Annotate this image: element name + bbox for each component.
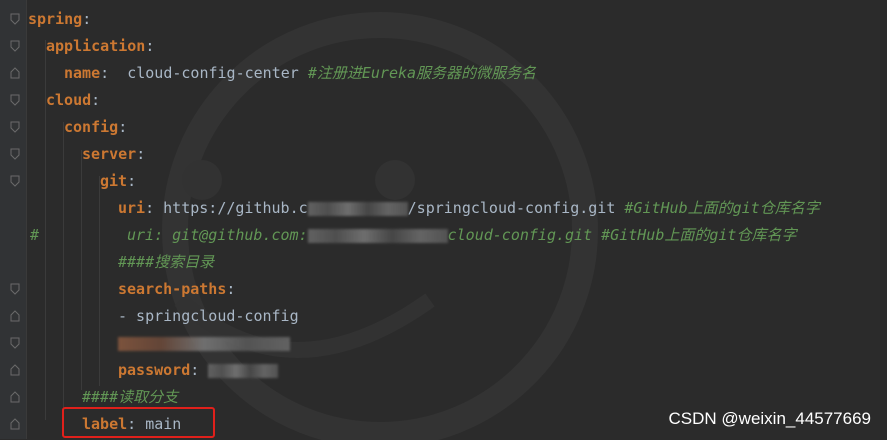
yaml-sep: : [190,361,200,379]
yaml-sep: : [100,64,110,82]
code-line-application[interactable]: application: [46,33,154,60]
fold-end-icon[interactable] [10,391,20,403]
code-editor[interactable]: spring: application: name: cloud-config-… [0,0,887,440]
csdn-watermark: CSDN @weixin_44577669 [668,409,871,428]
code-line-spring[interactable]: spring: [28,6,91,33]
yaml-list-item: - springcloud-config [118,307,299,325]
code-line-search-comment[interactable]: ####搜索目录 [118,249,214,276]
blurred-redaction [208,363,279,378]
yaml-sep: : [136,145,146,163]
fold-end-icon[interactable] [10,67,20,79]
uri-value-suffix: /springcloud-config.git [407,199,616,217]
uri-value-prefix: https://github.c [163,199,308,217]
fold-marker-icon[interactable] [10,121,20,133]
yaml-sep: : [118,118,128,136]
yaml-comment: ####读取分支 [82,388,179,406]
yaml-key: application [46,37,146,55]
fold-end-icon[interactable] [10,418,20,430]
yaml-key: server [82,145,137,163]
yaml-sep: : [145,37,155,55]
commented-uri-prefix: uri: git@github.com: [127,226,308,244]
fold-end-icon[interactable] [10,310,20,322]
indent-guide [81,150,82,390]
code-line-password[interactable]: password: [118,357,279,384]
fold-marker-icon[interactable] [10,283,20,295]
blurred-redaction [307,201,408,216]
blurred-redaction [307,228,448,243]
yaml-key: config [64,118,119,136]
yaml-key: git [100,172,128,190]
yaml-comment: #GitHub上面的git仓库名字 [624,199,820,217]
code-line-search-paths[interactable]: search-paths: [118,276,235,303]
code-line-search-path-item[interactable]: - springcloud-config [118,303,299,330]
highlight-box [62,407,215,438]
code-line-username[interactable] [118,330,290,357]
code-line-config[interactable]: config: [64,114,127,141]
fold-end-icon[interactable] [10,364,20,376]
yaml-sep: : [82,10,92,28]
yaml-sep: : [91,91,101,109]
comment-hash: # [30,226,40,244]
code-line-cloud[interactable]: cloud: [46,87,100,114]
indent-guide [99,176,100,386]
fold-marker-icon[interactable] [10,40,20,52]
indent-guide [63,122,64,412]
fold-marker-icon[interactable] [10,148,20,160]
fold-marker-icon[interactable] [10,175,20,187]
fold-marker-icon[interactable] [10,13,20,25]
commented-uri-suffix: cloud-config.git #GitHub上面的git仓库名字 [447,226,797,244]
yaml-key: search-paths [118,280,227,298]
code-line-uri[interactable]: uri: https://github.c/springcloud-config… [118,195,820,222]
code-line-git[interactable]: git: [100,168,136,195]
yaml-key: spring [28,10,83,28]
yaml-key: uri [118,199,146,217]
blurred-redaction [118,336,290,351]
yaml-comment: #注册进Eureka服务器的微服务名 [307,64,537,82]
fold-marker-icon[interactable] [10,337,20,349]
yaml-sep: : [127,172,137,190]
yaml-comment: ####搜索目录 [118,253,215,271]
code-line-server[interactable]: server: [82,141,145,168]
yaml-key: password [118,361,191,379]
fold-marker-icon[interactable] [10,94,20,106]
yaml-key: cloud [46,91,92,109]
yaml-value: cloud-config-center [127,64,299,82]
code-line-name[interactable]: name: cloud-config-center #注册进Eureka服务器的… [64,60,536,87]
yaml-sep: : [145,199,155,217]
gutter-divider [26,0,27,439]
yaml-sep: : [226,280,236,298]
yaml-key: name [64,64,101,82]
code-line-commented-uri[interactable]: uri: git@github.com: cloud-config.git #Gi… [127,222,796,249]
